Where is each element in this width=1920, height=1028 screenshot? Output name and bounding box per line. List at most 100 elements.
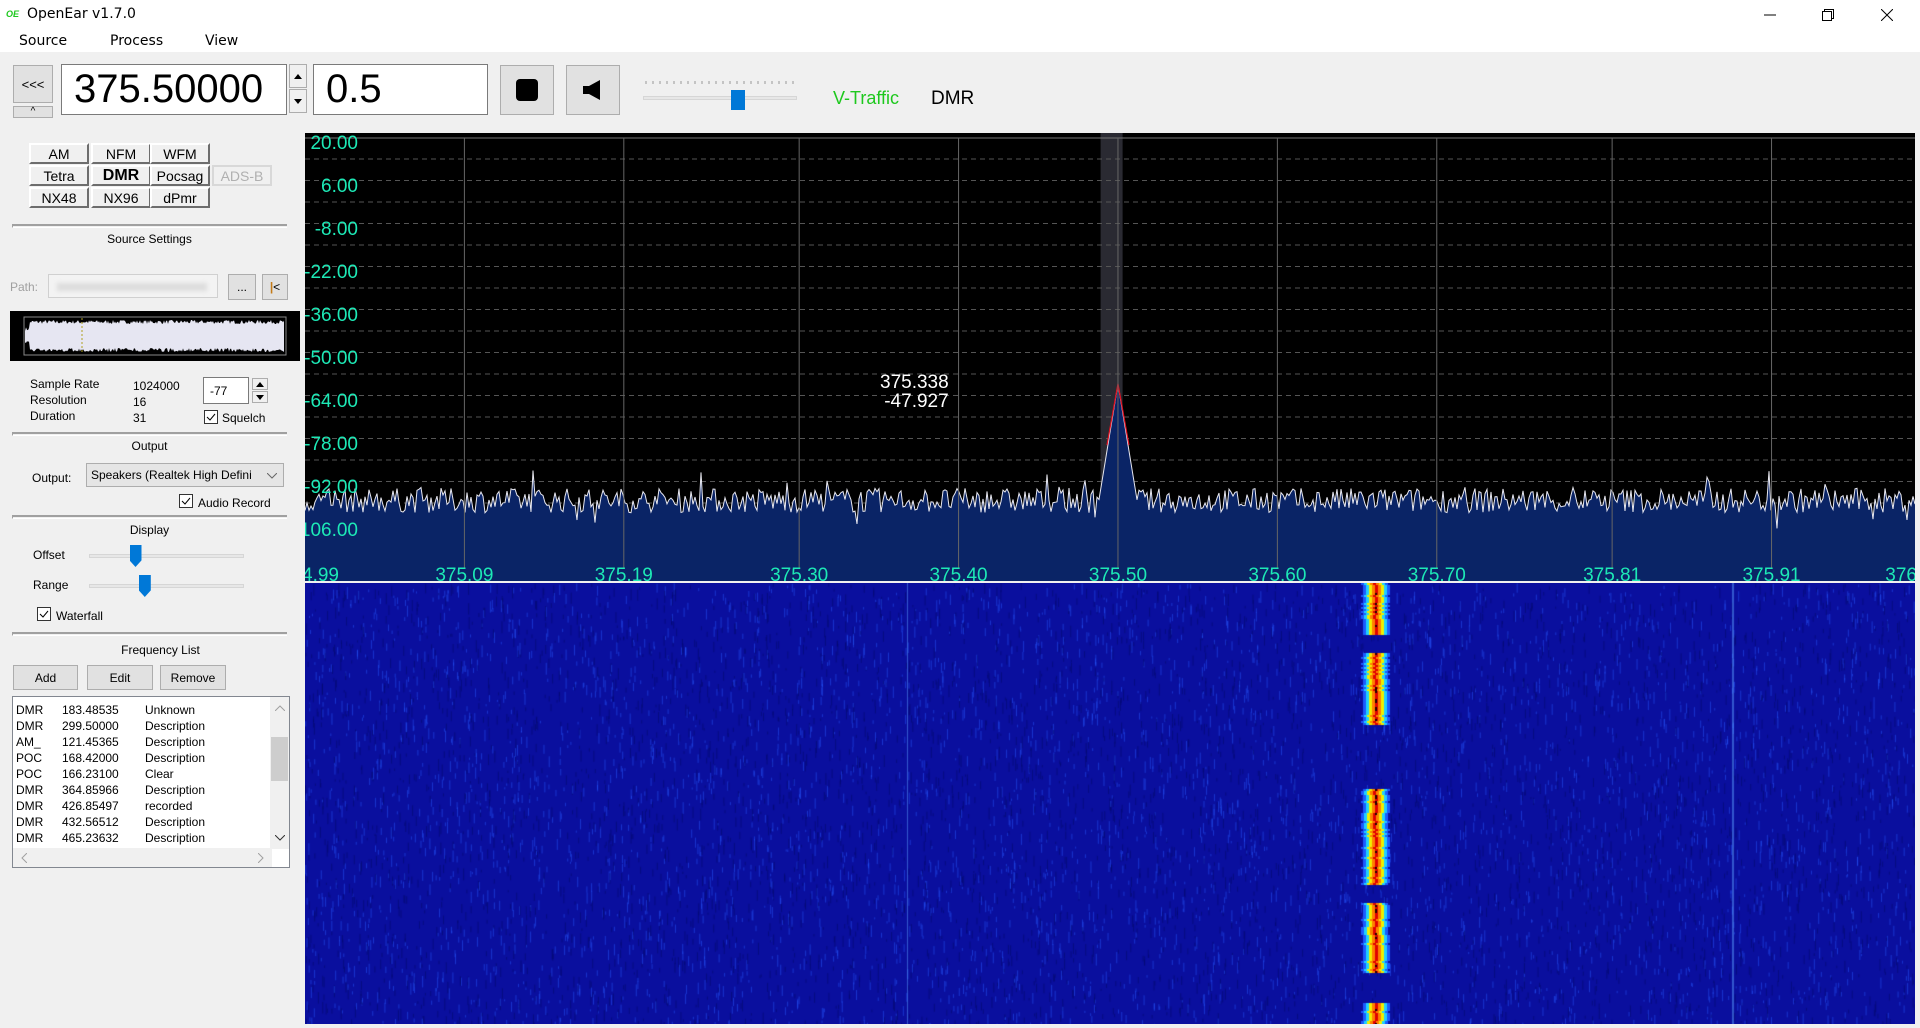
y-tick-label: -36.00 [305, 305, 358, 326]
audio-overview[interactable] [10, 311, 300, 361]
duration-value: 31 [133, 411, 147, 425]
step-input[interactable]: 0.5 [313, 64, 488, 115]
item-frequency: 426.85497 [62, 799, 119, 813]
vertical-scrollbar[interactable] [270, 697, 289, 849]
waterfall-checkbox[interactable] [37, 607, 51, 621]
slider-ticks [645, 81, 794, 84]
window-title: OpenEar v1.7.0 [27, 6, 136, 22]
output-device-select[interactable]: Speakers (Realtek High Defini [86, 463, 284, 487]
item-mode: DMR [16, 815, 44, 829]
checkmark-icon [181, 497, 191, 505]
cursor-level: -47.927 [884, 391, 949, 412]
mode-button-dmr[interactable]: DMR [91, 165, 151, 186]
waterfall-display[interactable] [305, 583, 1915, 1024]
duration-label: Duration [30, 409, 76, 423]
close-button[interactable] [1864, 0, 1910, 30]
x-tick-label: 375.19 [595, 565, 653, 581]
checkmark-icon [39, 610, 49, 618]
mode-button-dpmr[interactable]: dPmr [150, 187, 210, 208]
menu-view[interactable]: View [205, 33, 238, 49]
restore-icon [1822, 9, 1834, 21]
audio-record-label: Audio Record [198, 496, 271, 510]
item-frequency: 364.85966 [62, 783, 119, 797]
frequency-list-title: Frequency List [121, 643, 200, 657]
separator [12, 515, 287, 519]
menu-bar: Source Process View [0, 30, 1920, 52]
squelch-value: -77 [210, 384, 228, 398]
scroll-up-icon[interactable] [275, 705, 285, 711]
browse-button[interactable]: ... [228, 274, 256, 300]
mode-button-nx96[interactable]: NX96 [91, 187, 151, 208]
item-mode: DMR [16, 719, 44, 733]
mode-button-nfm[interactable]: NFM [91, 143, 151, 164]
frequency-spin-down[interactable] [289, 89, 307, 113]
squelch-spin-down[interactable] [252, 391, 268, 403]
x-tick-label: 375.70 [1408, 565, 1466, 581]
spectrum-chart[interactable]: 4.99 375.09 375.19 375.30 375.40 375.50 375.60… [305, 133, 1915, 581]
close-icon [1881, 9, 1893, 21]
restore-button[interactable] [1805, 0, 1851, 30]
mode-button-tetra[interactable]: Tetra [29, 165, 89, 186]
item-description: Description [145, 815, 206, 829]
item-description: Description [145, 751, 206, 765]
frequency-list[interactable]: DMR 183.48535 Unknown DMR 299.50000 Descripti… [12, 696, 290, 868]
scrollbar-thumb[interactable] [271, 737, 288, 781]
waterfall-label: Waterfall [56, 609, 103, 623]
step-value: 0.5 [326, 67, 382, 111]
volume-slider[interactable] [640, 78, 800, 110]
add-frequency-button[interactable]: Add [13, 665, 78, 690]
squelch-spin-up[interactable] [252, 378, 268, 390]
mode-label: DMR [931, 88, 975, 109]
spectrum-display[interactable]: 4.99 375.09 375.19 375.30 375.40 375.50 375.60… [305, 133, 1915, 581]
stop-button[interactable] [500, 65, 554, 115]
minimize-button[interactable] [1747, 0, 1793, 30]
volume-thumb[interactable] [731, 90, 746, 110]
squelch-input[interactable]: -77 [203, 377, 249, 404]
mode-button-wfm[interactable]: WFM [150, 143, 210, 164]
item-mode: POC [16, 767, 43, 781]
item-frequency: 465.23632 [62, 831, 119, 845]
speaker-button[interactable] [566, 65, 620, 115]
output-device-value: Speakers (Realtek High Defini [91, 468, 252, 482]
frequency-input[interactable]: 375.50000 [61, 64, 287, 115]
squelch-checkbox[interactable] [204, 410, 218, 424]
item-mode: DMR [16, 783, 44, 797]
waterfall-canvas[interactable] [305, 583, 1915, 1024]
range-slider[interactable] [89, 584, 244, 588]
scroll-right-icon[interactable] [258, 853, 264, 863]
item-description: Description [145, 783, 206, 797]
x-tick-label: 375.91 [1742, 565, 1800, 581]
title-bar: OE OpenEar v1.7.0 [0, 0, 1920, 30]
range-label: Range [33, 578, 69, 592]
scroll-down-icon[interactable] [275, 835, 285, 841]
path-input[interactable] [48, 274, 218, 298]
x-tick-label: 375.81 [1583, 565, 1641, 581]
minimize-icon [1764, 14, 1776, 16]
menu-source[interactable]: Source [19, 33, 67, 49]
offset-slider[interactable] [89, 554, 244, 558]
item-mode: AM_ [16, 735, 41, 749]
back-button[interactable]: <<< [13, 65, 53, 103]
frequency-spin-up[interactable] [289, 64, 307, 88]
sample-rate-value: 1024000 [133, 379, 180, 393]
mode-button-nx48[interactable]: NX48 [29, 187, 89, 208]
y-tick-label: -64.00 [305, 391, 358, 412]
item-frequency: 299.50000 [62, 719, 119, 733]
remove-frequency-button[interactable]: Remove [160, 665, 226, 690]
scroll-left-icon[interactable] [21, 853, 27, 863]
offset-thumb[interactable] [129, 545, 142, 567]
menu-process[interactable]: Process [110, 33, 163, 49]
edit-frequency-button[interactable]: Edit [87, 665, 153, 690]
mode-button-am[interactable]: AM [29, 143, 89, 164]
rewind-button[interactable]: | < [262, 274, 288, 300]
audio-record-checkbox[interactable] [179, 494, 193, 508]
item-mode: DMR [16, 799, 44, 813]
stop-icon [516, 79, 538, 101]
range-thumb[interactable] [138, 575, 151, 597]
sample-rate-label: Sample Rate [30, 377, 100, 391]
horizontal-scrollbar[interactable] [13, 848, 272, 867]
item-description: Description [145, 719, 206, 733]
x-tick-label: 376 [1885, 565, 1915, 581]
up-button[interactable]: ^ [13, 106, 53, 118]
mode-button-pocsag[interactable]: Pocsag [150, 165, 210, 186]
